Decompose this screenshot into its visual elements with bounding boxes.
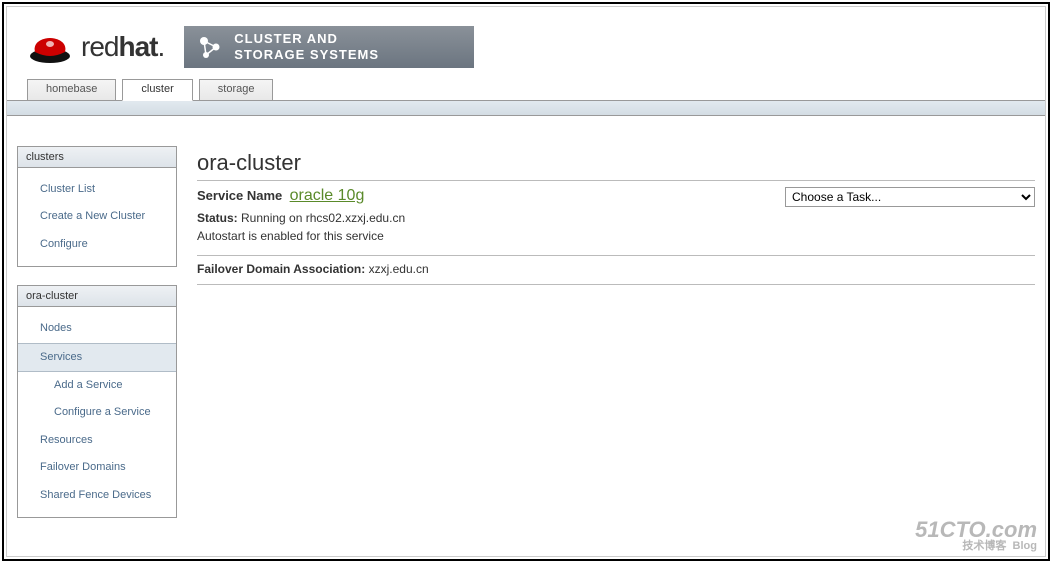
brand-part2: hat (118, 31, 157, 62)
status-value: Running on rhcs02.xzxj.edu.cn (241, 211, 405, 225)
failover-line: Failover Domain Association: xzxj.edu.cn (197, 262, 1035, 276)
bottom-divider (197, 284, 1035, 285)
status-line: Status: Running on rhcs02.xzxj.edu.cn (197, 209, 1035, 227)
tab-bar (7, 100, 1045, 116)
page-title: ora-cluster (197, 150, 1035, 176)
sidebar-item-cluster-list[interactable]: Cluster List (18, 176, 176, 203)
sidebar: clusters Cluster List Create a New Clust… (17, 146, 177, 536)
service-name-label: Service Name (197, 188, 282, 203)
molecule-icon (196, 33, 224, 61)
brand-text: redhat. (81, 31, 164, 63)
product-line2: STORAGE SYSTEMS (234, 47, 379, 63)
tab-cluster[interactable]: cluster (122, 79, 192, 101)
sidebar-list-clusters: Cluster List Create a New Cluster Config… (18, 168, 176, 266)
main-panel: ora-cluster Service Name oracle 10g Choo… (197, 146, 1035, 536)
sidebar-header-clusters: clusters (18, 147, 176, 168)
sidebar-item-failover-domains[interactable]: Failover Domains (18, 454, 176, 481)
sidebar-box-clusters: clusters Cluster List Create a New Clust… (17, 146, 177, 267)
sidebar-box-cluster: ora-cluster Nodes Services Add a Service… (17, 285, 177, 518)
product-title: CLUSTER AND STORAGE SYSTEMS (234, 31, 379, 62)
sidebar-item-services[interactable]: Services (18, 343, 176, 372)
service-name-link[interactable]: oracle 10g (290, 187, 365, 204)
sidebar-header-cluster: ora-cluster (18, 286, 176, 307)
task-select[interactable]: Choose a Task... (785, 187, 1035, 207)
sidebar-item-shared-fence[interactable]: Shared Fence Devices (18, 482, 176, 509)
header: redhat. CLUSTER AND STORAGE SY (7, 7, 1045, 79)
product-banner: CLUSTER AND STORAGE SYSTEMS (184, 26, 474, 68)
tab-storage[interactable]: storage (199, 79, 274, 101)
sidebar-item-resources[interactable]: Resources (18, 427, 176, 454)
title-underline (197, 180, 1035, 181)
logo-area: redhat. (27, 30, 164, 64)
sidebar-subitem-add-service[interactable]: Add a Service (18, 372, 176, 399)
tabs-row: homebase cluster storage (7, 79, 1045, 101)
product-line1: CLUSTER AND (234, 31, 379, 47)
section-divider (197, 255, 1035, 256)
redhat-hat-icon (27, 30, 73, 64)
autostart-line: Autostart is enabled for this service (197, 227, 1035, 245)
sidebar-item-nodes[interactable]: Nodes (18, 315, 176, 342)
service-row: Service Name oracle 10g Choose a Task... (197, 187, 1035, 207)
tab-homebase[interactable]: homebase (27, 79, 116, 101)
brand-part1: red (81, 31, 118, 62)
brand-dot: . (157, 31, 164, 62)
content-area: clusters Cluster List Create a New Clust… (7, 116, 1045, 546)
sidebar-subitem-configure-service[interactable]: Configure a Service (18, 399, 176, 426)
sidebar-item-create-cluster[interactable]: Create a New Cluster (18, 203, 176, 230)
failover-value: xzxj.edu.cn (369, 262, 429, 276)
status-label: Status: (197, 211, 238, 225)
sidebar-item-configure[interactable]: Configure (18, 231, 176, 258)
service-name-block: Service Name oracle 10g (197, 187, 364, 205)
failover-label: Failover Domain Association: (197, 262, 365, 276)
sidebar-list-cluster: Nodes Services Add a Service Configure a… (18, 307, 176, 517)
